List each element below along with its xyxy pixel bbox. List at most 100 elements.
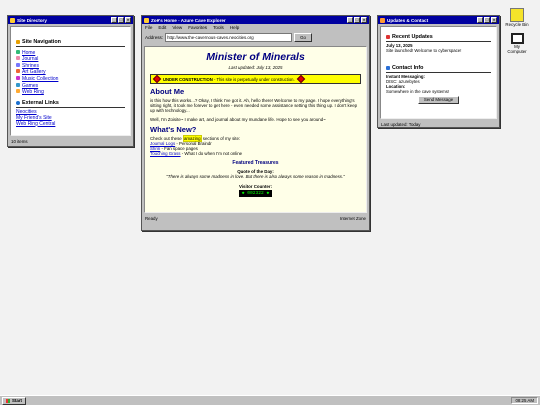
divider (386, 40, 491, 42)
close-button[interactable]: × (125, 17, 131, 23)
window-title: Zoë's Home - Azure Cave Explorer (151, 17, 226, 23)
visitor-counter: ◆ 002322 ◆ (238, 189, 273, 197)
browser-titlebar[interactable]: Zoë's Home - Azure Cave Explorer _ □ × (142, 16, 369, 24)
megaphone-icon (380, 17, 385, 23)
last-updated: Last updated: July 13, 2025 (228, 65, 283, 70)
section-link[interactable]: Touching Grass (150, 151, 181, 156)
info-icon (386, 66, 390, 71)
nav-item[interactable]: Web Ring (16, 89, 125, 96)
minimize-button[interactable]: _ (111, 17, 117, 23)
windows-logo-icon (6, 398, 10, 403)
site-directory-window: Site Directory _ □ × Site Navigation Home J… (7, 15, 134, 147)
about-heading: About Me (150, 87, 185, 96)
address-bar: Address: http://www.the-cavernous-caves.… (142, 31, 369, 44)
menu-bar: File Edit View Favorites Tools Help (142, 24, 369, 31)
menu-item[interactable]: Tools (213, 25, 224, 30)
menu-item[interactable]: View (172, 25, 182, 30)
divider (16, 106, 125, 108)
calendar-icon (386, 35, 390, 40)
recycle-bin-desktop-icon[interactable]: Recycle Bin (505, 8, 529, 27)
web-page: Minister of Minerals Last updated: July … (144, 46, 367, 213)
close-button[interactable]: × (361, 17, 367, 23)
nav-item[interactable]: Journal (16, 56, 125, 63)
about-paragraph-2: Well, I'm Zoisite~ I make art, and journ… (150, 116, 326, 122)
nav-item-label[interactable]: Art Gallery (22, 69, 46, 76)
nav-item-label[interactable]: Journal (22, 56, 38, 62)
folder-icon (16, 40, 20, 44)
nav-item-icon (16, 75, 20, 80)
go-button[interactable]: Go (294, 33, 312, 42)
updates-window: Updates & Contact _ □ × Recent Updates Jul… (377, 15, 500, 128)
send-message-button[interactable]: Send Message (417, 95, 460, 105)
minimize-button[interactable]: _ (477, 17, 483, 23)
nav-item[interactable]: Home (16, 49, 125, 57)
updates-status-bar: Last updated: Today (381, 122, 421, 127)
menu-item[interactable]: File (145, 25, 152, 30)
quote-text: "There is always some madness in love. B… (166, 173, 345, 179)
browser-window: Zoë's Home - Azure Cave Explorer _ □ × Fil… (141, 15, 370, 231)
taskbar: Start 08:25 AM (0, 395, 540, 405)
divider (16, 46, 125, 47)
menu-item[interactable]: Help (230, 25, 239, 30)
my-computer-desktop-icon[interactable]: My Computer (505, 33, 529, 54)
recycle-bin-icon (510, 8, 524, 22)
recent-updates-heading: Recent Updates (386, 34, 491, 40)
start-button[interactable]: Start (2, 396, 27, 405)
nav-item-label[interactable]: Web Ring (22, 89, 44, 95)
nav-item[interactable]: Music Collection (16, 75, 125, 83)
menu-item[interactable]: Edit (158, 25, 166, 30)
folder-icon (10, 17, 15, 23)
nav-heading: Site Navigation (16, 39, 125, 45)
whats-new-list: Journal Logs - Personal Braindr Shrin - F… (150, 141, 361, 156)
construction-text: - This site is perpetually under constru… (212, 76, 295, 82)
minimize-button[interactable]: _ (347, 17, 353, 23)
whats-new-heading: What's New? (150, 124, 197, 134)
address-label: Address: (145, 35, 164, 40)
construction-banner: UNDER CONSTRUCTION - This site is perpet… (150, 74, 361, 84)
nav-item[interactable]: Games (16, 82, 125, 90)
external-link[interactable]: Web Ring Central (16, 121, 125, 128)
computer-icon (510, 33, 524, 44)
list-item: Touching Grass - What I do when I'm not … (150, 151, 361, 156)
updates-pane: Recent Updates July 13, 2025 Site launch… (380, 26, 497, 119)
globe-icon (16, 100, 20, 105)
page-title: Minister of Minerals (206, 51, 305, 63)
maximize-button[interactable]: □ (354, 17, 360, 23)
nav-item-icon (16, 89, 20, 94)
nav-item-icon (16, 62, 20, 67)
about-paragraph-1: is this how this works...? Okay, I think… (150, 98, 358, 114)
external-links-heading: External Links (16, 100, 125, 106)
menu-item[interactable]: Favorites (188, 25, 207, 30)
browser-status-bar: Ready Internet Zone (145, 216, 366, 221)
nav-item-label[interactable]: Games (22, 83, 38, 89)
nav-item-label[interactable]: Shrines (22, 63, 39, 69)
window-title: Updates & Contact (387, 17, 429, 23)
location-value: Somewhere in the cave systems! (386, 88, 450, 94)
divider (386, 71, 491, 73)
browser-icon (144, 17, 149, 23)
clock: 08:25 AM (511, 397, 538, 404)
site-directory-titlebar[interactable]: Site Directory _ □ × (8, 16, 133, 24)
nav-item[interactable]: Art Gallery (16, 69, 125, 76)
section-description: - What I do when I'm not online (180, 150, 243, 156)
address-input[interactable]: http://www.the-cavernous-caves.neocities… (165, 33, 293, 42)
nav-item-icon (16, 82, 20, 87)
recycle-bin-label: Recycle Bin (505, 22, 529, 27)
nav-item-icon (16, 56, 20, 61)
nav-item[interactable]: Shrines (16, 62, 125, 70)
warning-diamond-icon (152, 74, 162, 84)
directory-pane: Site Navigation Home Journal Shrines Art Ga… (10, 26, 131, 136)
nav-list: Home Journal Shrines Art Gallery Music Colle… (16, 49, 125, 96)
close-button[interactable]: × (491, 17, 497, 23)
updates-titlebar[interactable]: Updates & Contact _ □ × (378, 16, 499, 24)
my-computer-label: My Computer (507, 44, 527, 54)
maximize-button[interactable]: □ (118, 17, 124, 23)
nav-item-icon (16, 69, 20, 74)
maximize-button[interactable]: □ (484, 17, 490, 23)
nav-item-label[interactable]: Home (22, 50, 35, 56)
construction-label: UNDER CONSTRUCTION (163, 76, 213, 82)
nav-item-label[interactable]: Music Collection (22, 76, 58, 82)
nav-item-icon (16, 49, 20, 54)
status-bar: 10 items (11, 139, 28, 144)
featured-heading: Featured Treasures (232, 159, 279, 166)
